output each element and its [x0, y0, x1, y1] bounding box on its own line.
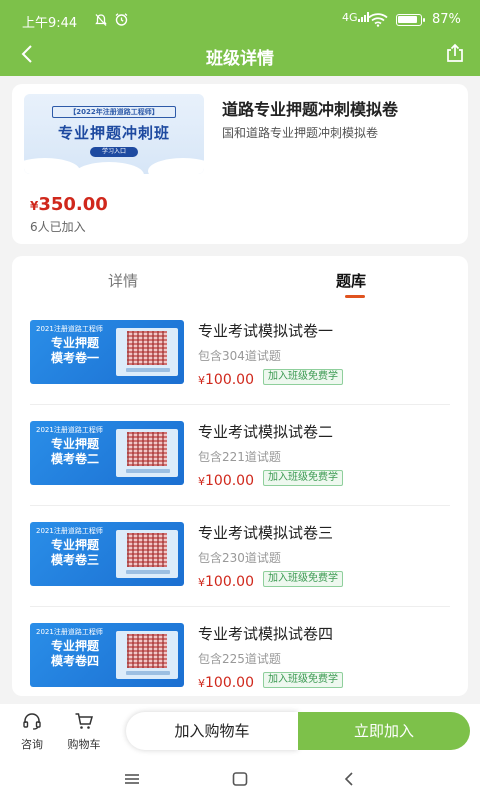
free-with-class-badge: 加入班级免费学: [263, 369, 343, 385]
qr-code-icon: [127, 331, 167, 365]
item-price-value: 100.00: [205, 473, 254, 489]
item-question-count: 包含230道试题: [198, 551, 281, 565]
item-question-count: 包含304道试题: [198, 349, 281, 363]
thumbnail-header: 2021注册道路工程师: [36, 426, 103, 434]
thumbnail-title-line1: 专业押题: [50, 639, 99, 653]
free-with-class-badge: 加入班级免费学: [263, 470, 343, 486]
battery-icon: [396, 14, 425, 26]
thumbnail-title-line2: 模考卷四: [50, 654, 99, 668]
item-question-count: 包含221道试题: [198, 450, 281, 464]
notification-mute-icon: [95, 14, 107, 26]
thumbnail-title-line1: 专业押题: [50, 538, 99, 552]
cover-entry-label: 学习入口: [90, 147, 138, 157]
thumbnail-header: 2021注册道路工程师: [36, 325, 103, 333]
shopping-cart-button[interactable]: 购物车: [62, 712, 106, 752]
class-description: 国和道路专业押题冲刺模拟卷: [222, 126, 379, 140]
tab-question-bank[interactable]: 题库: [336, 270, 366, 291]
signal-type: 4G: [342, 11, 358, 24]
item-price-value: 100.00: [205, 574, 254, 590]
question-bank-item[interactable]: 2021注册道路工程师 专业押题 模考卷四 专业考试模拟试卷四 包含225道试题 …: [30, 623, 450, 696]
share-icon[interactable]: [444, 42, 466, 64]
question-bank-item[interactable]: 2021注册道路工程师 专业押题 模考卷三 专业考试模拟试卷三 包含230道试题 …: [30, 522, 450, 618]
thumbnail-title-line2: 模考卷一: [50, 351, 99, 365]
price-value: 350.00: [38, 194, 108, 215]
item-currency: ¥: [198, 475, 205, 488]
cover-title: 专业押题冲刺班: [57, 124, 170, 142]
class-summary-card: 【2022年注册道路工程师】 专业押题冲刺班 学习入口 道路专业押题冲刺模拟卷 …: [12, 84, 468, 244]
free-with-class-badge: 加入班级免费学: [263, 571, 343, 587]
battery-percent: 87%: [432, 12, 461, 27]
headset-icon: [23, 713, 41, 730]
system-navigation-bar: [0, 758, 480, 800]
page-title: 班级详情: [206, 49, 274, 69]
item-currency: ¥: [198, 374, 205, 387]
item-price: ¥100.00: [198, 369, 254, 388]
thumbnail-header: 2021注册道路工程师: [36, 527, 103, 535]
consult-label: 咨询: [21, 738, 43, 751]
item-question-count: 包含225道试题: [198, 652, 281, 666]
app-header: 上午9:44 4G 87% 班级详情: [0, 0, 480, 76]
thumbnail-title-line1: 专业押题: [50, 437, 99, 451]
question-bank-item[interactable]: 2021注册道路工程师 专业押题 模考卷二 专业考试模拟试卷二 包含221道试题 …: [30, 421, 450, 517]
item-thumbnail: 2021注册道路工程师 专业押题 模考卷四: [30, 623, 184, 687]
free-with-class-badge: 加入班级免费学: [263, 672, 343, 688]
question-bank-item[interactable]: 2021注册道路工程师 专业押题 模考卷一 专业考试模拟试卷一 包含304道试题 …: [30, 320, 450, 416]
menu-icon[interactable]: [122, 770, 142, 788]
item-thumbnail: 2021注册道路工程师 专业押题 模考卷二: [30, 421, 184, 485]
class-title: 道路专业押题冲刺模拟卷: [222, 100, 399, 119]
item-thumbnail: 2021注册道路工程师 专业押题 模考卷三: [30, 522, 184, 586]
item-price: ¥100.00: [198, 571, 254, 590]
item-thumbnail: 2021注册道路工程师 专业押题 模考卷一: [30, 320, 184, 384]
join-now-button[interactable]: 立即加入: [298, 712, 470, 750]
status-time: 上午9:44: [22, 16, 78, 31]
home-icon[interactable]: [230, 770, 250, 788]
consult-button[interactable]: 咨询: [10, 712, 54, 752]
item-currency: ¥: [198, 576, 205, 589]
item-title: 专业考试模拟试卷三: [198, 524, 334, 542]
qr-code-icon: [127, 533, 167, 567]
tab-details[interactable]: 详情: [108, 270, 138, 291]
divider: [30, 505, 450, 506]
thumbnail-title-line2: 模考卷三: [50, 553, 99, 567]
item-price: ¥100.00: [198, 470, 254, 489]
cover-subtitle: 【2022年注册道路工程师】: [52, 106, 176, 118]
cellular-signal-icon: 4G: [342, 11, 370, 24]
alarm-icon: [115, 13, 128, 26]
joined-count: 6人已加入: [30, 220, 86, 234]
qr-code-icon: [127, 634, 167, 668]
item-price-value: 100.00: [205, 372, 254, 388]
divider: [30, 404, 450, 405]
item-title: 专业考试模拟试卷四: [198, 625, 334, 643]
cart-icon: [75, 713, 93, 729]
divider: [30, 606, 450, 607]
cart-label: 购物车: [67, 738, 101, 751]
item-title: 专业考试模拟试卷一: [198, 322, 334, 340]
class-price: ¥350.00: [30, 194, 108, 215]
class-cover-image[interactable]: 【2022年注册道路工程师】 专业押题冲刺班 学习入口: [24, 94, 204, 174]
item-title: 专业考试模拟试卷二: [198, 423, 334, 441]
content-card: 详情 题库 2021注册道路工程师 专业押题 模考卷一 专业考试模拟试卷一 包含3…: [12, 256, 468, 696]
qr-code-icon: [127, 432, 167, 466]
item-currency: ¥: [198, 677, 205, 690]
add-to-cart-button[interactable]: 加入购物车: [126, 712, 298, 750]
item-price: ¥100.00: [198, 672, 254, 691]
active-tab-indicator: [345, 295, 365, 298]
system-back-icon[interactable]: [340, 770, 360, 788]
bottom-action-bar: 咨询 购物车 加入购物车 立即加入: [0, 704, 480, 758]
status-bar: 上午9:44 4G 87%: [0, 0, 480, 36]
thumbnail-title-line2: 模考卷二: [50, 452, 99, 466]
item-price-value: 100.00: [205, 675, 254, 691]
thumbnail-title-line1: 专业押题: [50, 336, 99, 350]
wifi-icon: [368, 13, 388, 27]
thumbnail-header: 2021注册道路工程师: [36, 628, 103, 636]
